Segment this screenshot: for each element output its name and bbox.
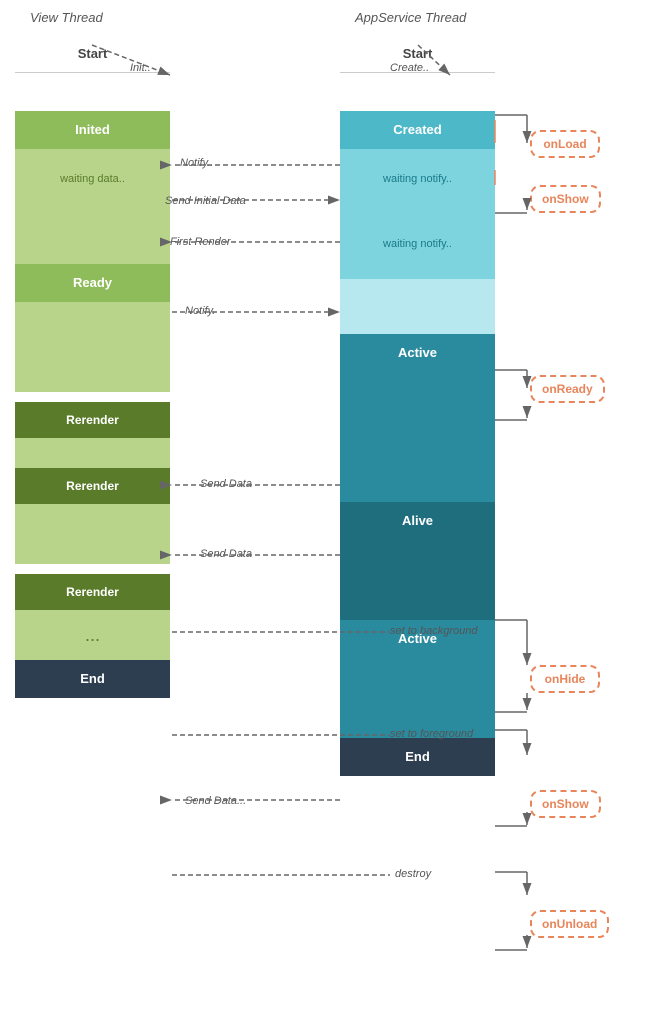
arrow-first-render-label: First Render: [170, 236, 231, 248]
callback-onunload: onUnload: [530, 910, 609, 938]
view-end: End: [15, 660, 170, 698]
arrow-set-background-label: set to background: [390, 625, 477, 637]
view-inited: Inited: [15, 111, 170, 149]
app-created: Created: [340, 111, 495, 149]
arrow-init-label: Init..: [130, 62, 151, 74]
app-alive: Alive: [340, 502, 495, 540]
view-gap1: [15, 438, 170, 468]
app-active1-body: [340, 372, 495, 502]
diagram: View Thread AppService Thread Start Init…: [0, 0, 667, 1018]
view-ready-body: [15, 302, 170, 392]
view-waiting1: waiting data..: [15, 149, 170, 209]
arrow-notify1-label: Notify..: [180, 157, 213, 169]
view-rerender3: Rerender: [15, 574, 170, 610]
app-active1: Active: [340, 334, 495, 372]
app-end: End: [340, 738, 495, 776]
callback-onshow2: onShow: [530, 790, 601, 818]
callback-onload: onLoad: [530, 130, 600, 158]
view-ready: Ready: [15, 264, 170, 302]
app-waiting2: waiting notify..: [340, 209, 495, 279]
app-active2-body: [340, 658, 495, 738]
view-rerender2: Rerender: [15, 468, 170, 504]
callback-onhide: onHide: [530, 665, 600, 693]
view-thread-column: Start Inited waiting data.. Ready Rerend…: [15, 35, 170, 698]
app-waiting1: waiting notify..: [340, 149, 495, 209]
arrow-send-initial-label: Send Initial Data: [165, 195, 246, 207]
view-rerender1: Rerender: [15, 402, 170, 438]
app-thread-header: AppService Thread: [355, 10, 466, 25]
view-dots: ...: [15, 610, 170, 660]
app-alive-body: [340, 540, 495, 620]
callback-onshow1: onShow: [530, 185, 601, 213]
app-thread-column: Start Created waiting notify.. waiting n…: [340, 35, 495, 776]
view-gap2: [15, 504, 170, 564]
arrow-send-data2-label: Send Data: [200, 548, 252, 560]
arrow-notify2-label: Notify.: [185, 305, 215, 317]
arrow-create-label: Create..: [390, 62, 429, 74]
arrow-send-data1-label: Send Data: [200, 478, 252, 490]
arrow-set-foreground-label: set to foreground: [390, 728, 473, 740]
callback-onready: onReady: [530, 375, 605, 403]
arrow-destroy-label: destroy: [395, 868, 431, 880]
app-light-gap: [340, 279, 495, 334]
view-thread-header: View Thread: [30, 10, 103, 25]
arrow-send-data3-label: Send Data...: [185, 795, 246, 807]
